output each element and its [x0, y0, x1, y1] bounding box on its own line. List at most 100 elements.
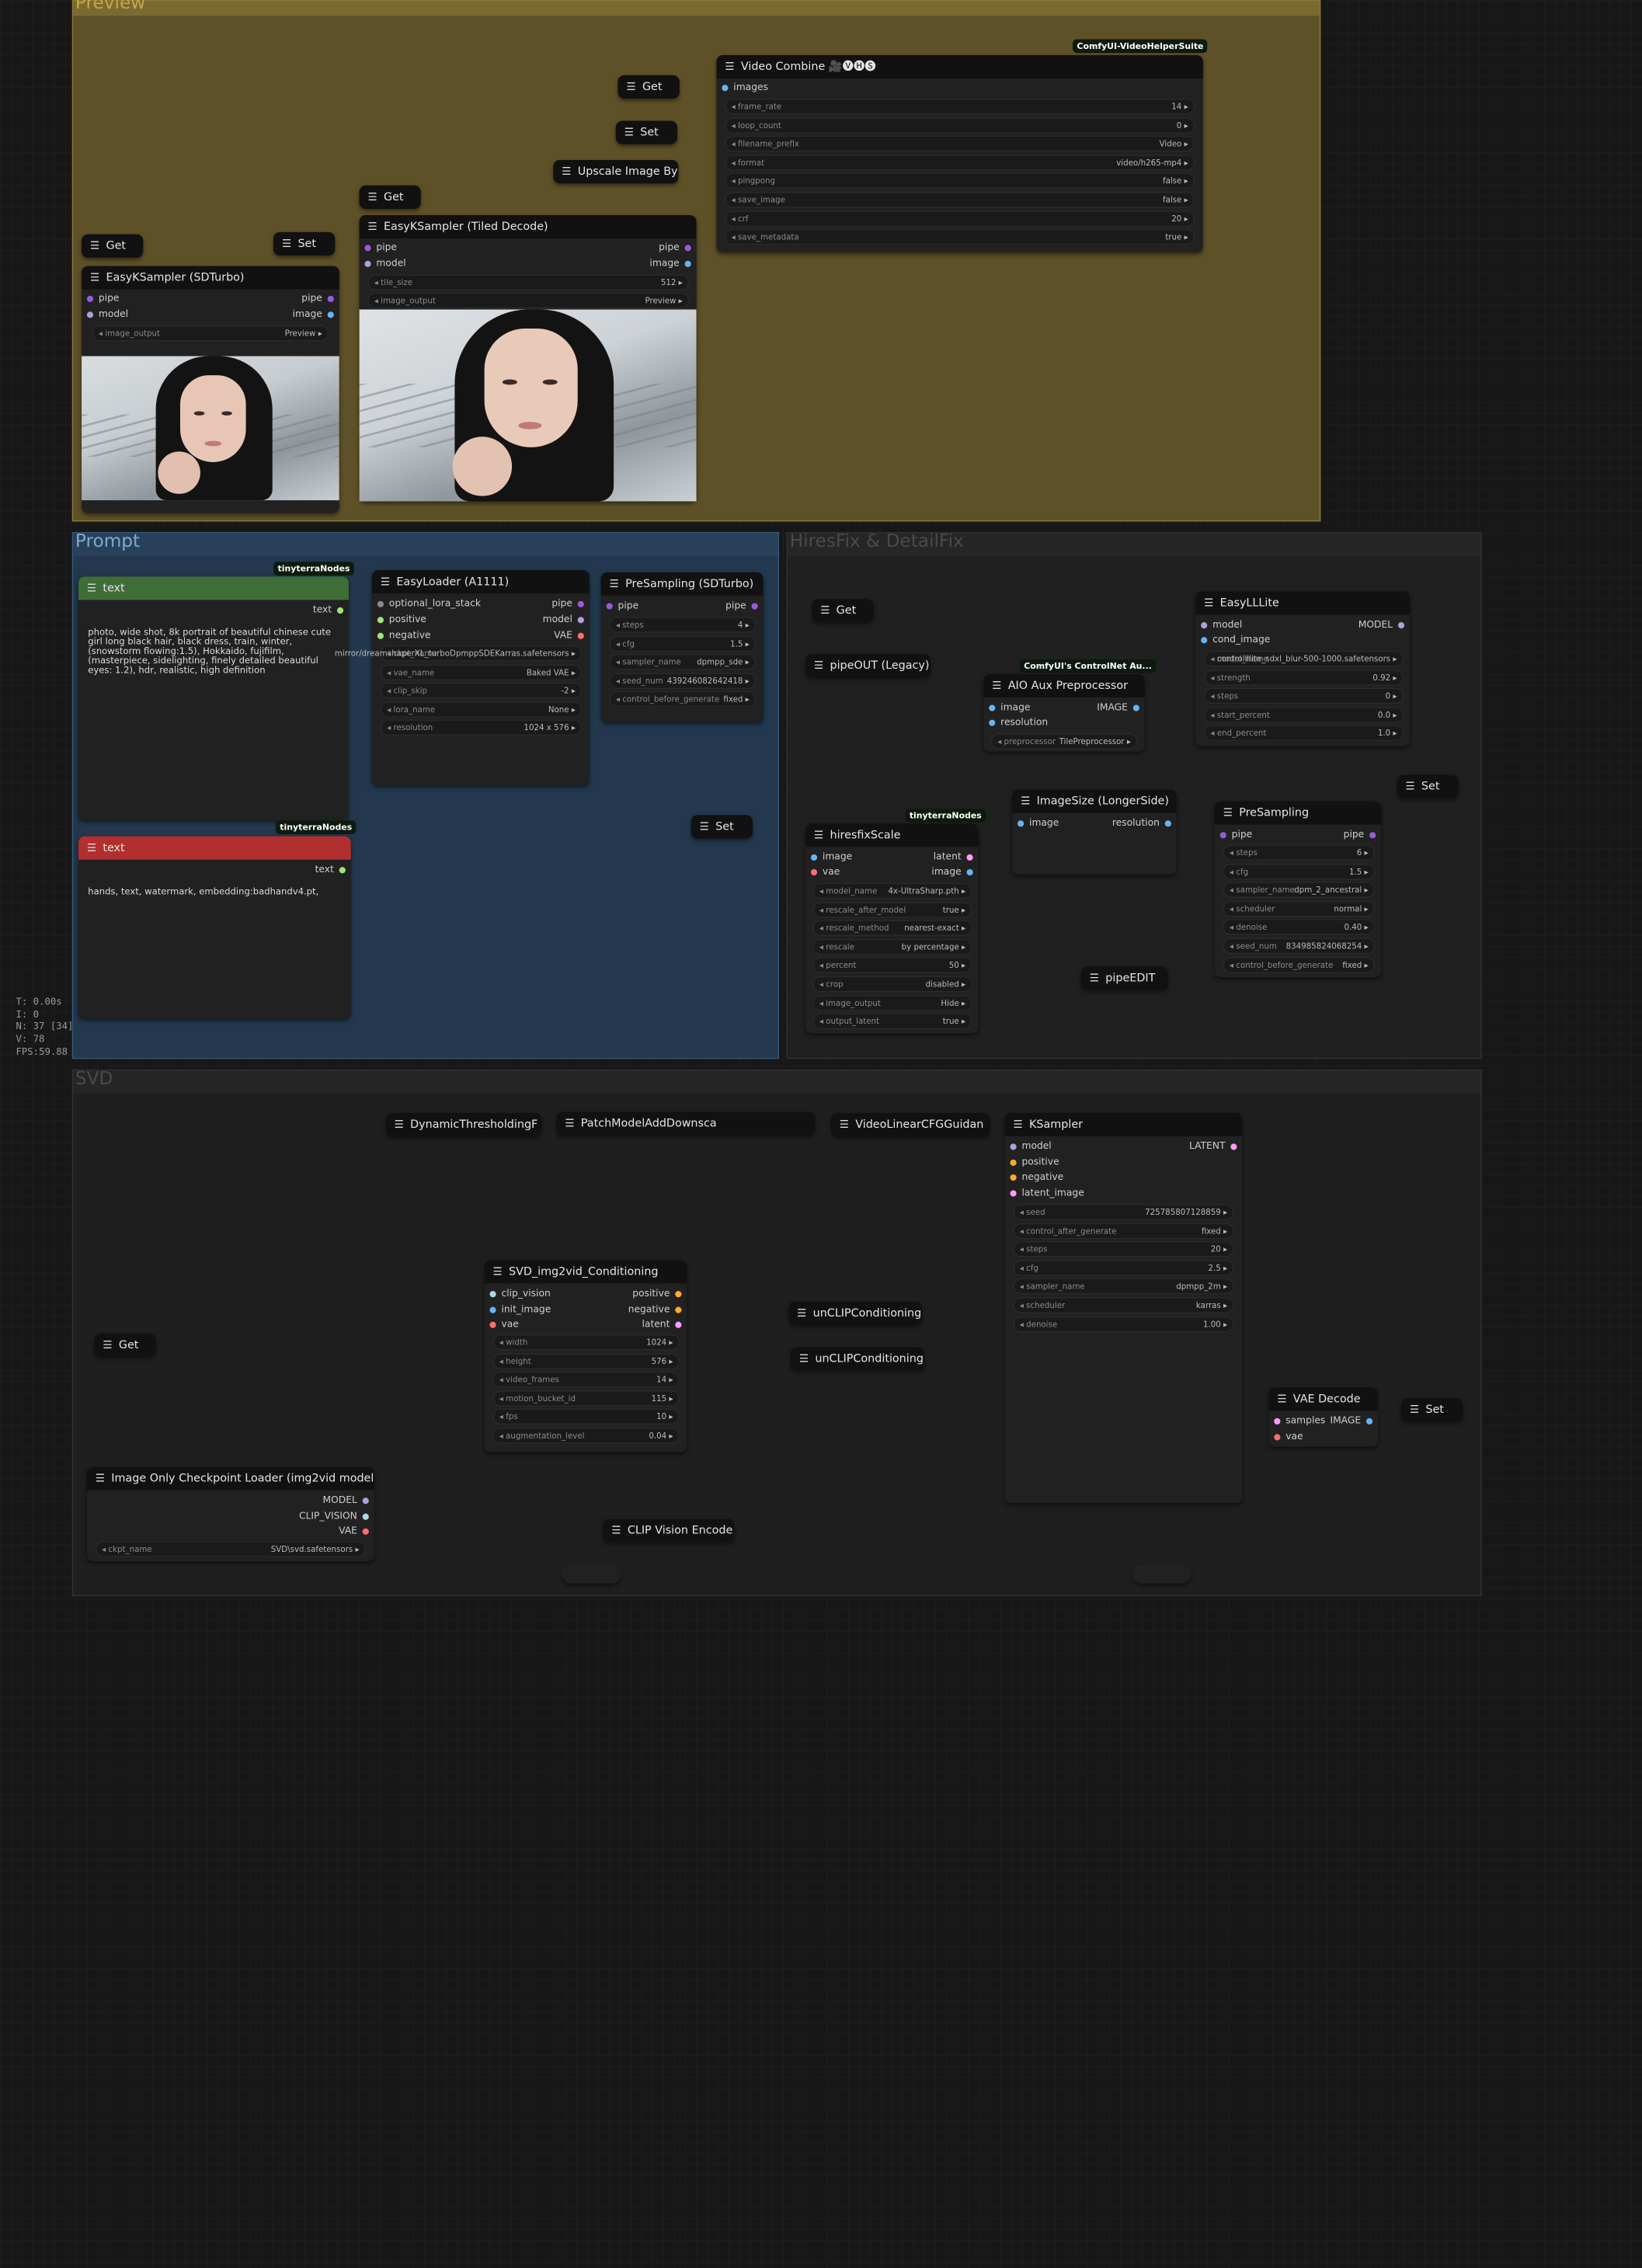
denoise-widget[interactable]: ◂ denoise 0.40 ▸	[1223, 919, 1375, 936]
easy-ksampler-tiled-decode-node[interactable]: ☰ EasyKSampler (Tiled Decode) pipe model …	[359, 215, 697, 502]
output-latent-widget[interactable]: ◂ output_latent true ▸	[812, 1013, 972, 1030]
model-name-widget[interactable]: ◂ model_name controllllite_sdxl_blur-500-…	[1204, 650, 1404, 667]
frame-rate-widget[interactable]: ◂ frame_rate 14 ▸	[725, 98, 1195, 115]
menu-icon[interactable]: ☰	[814, 825, 823, 847]
sampler-name-widget[interactable]: ◂ sampler_name dpmpp_2m ▸	[1013, 1278, 1234, 1295]
sampler-name-widget[interactable]: ◂ sampler_name dpm_2_ancestral ▸	[1223, 882, 1375, 899]
input-optional-lora-stack[interactable]: optional_lora_stack	[372, 599, 481, 610]
control-before-generate-widget[interactable]: ◂ control_before_generate fixed ▸	[609, 691, 756, 708]
crf-widget[interactable]: ◂ crf 20 ▸	[725, 210, 1195, 227]
menu-icon[interactable]: ☰	[840, 1114, 849, 1136]
input-image[interactable]: image	[983, 703, 1030, 713]
output-image[interactable]: IMAGE	[1097, 703, 1145, 713]
input-model[interactable]: model	[82, 309, 128, 320]
input-vae[interactable]: vae	[1268, 1432, 1303, 1442]
get-node[interactable]: ☰ Get	[359, 185, 421, 209]
motion-bucket-id-widget[interactable]: ◂ motion_bucket_id 115 ▸	[492, 1390, 680, 1407]
menu-icon[interactable]: ☰	[1405, 776, 1414, 798]
input-vae[interactable]: vae	[805, 867, 840, 878]
easy-ksampler-sdturbo-node[interactable]: ☰ EasyKSampler (SDTurbo) pipe model pipe …	[82, 266, 339, 513]
steps-widget[interactable]: ◂ steps 0 ▸	[1204, 687, 1404, 704]
output-latent[interactable]: latent	[642, 1320, 687, 1331]
menu-icon[interactable]: ☰	[395, 1114, 404, 1136]
output-pipe[interactable]: pipe	[301, 294, 339, 304]
text-positive-node[interactable]: ☰ text text photo, wide shot, 8k portrait…	[78, 576, 349, 821]
menu-icon[interactable]: ☰	[1277, 1389, 1286, 1411]
positive-prompt-textarea[interactable]: photo, wide shot, 8k portrait of beautif…	[88, 628, 343, 676]
menu-icon[interactable]: ☰	[368, 186, 377, 209]
output-pipe[interactable]: pipe	[1344, 830, 1381, 840]
unclip-conditioning-node[interactable]: ☰ unCLIPConditioning	[788, 1301, 923, 1325]
input-image[interactable]: image	[805, 852, 852, 863]
input-samples[interactable]: samples	[1268, 1416, 1325, 1427]
loop-count-widget[interactable]: ◂ loop_count 0 ▸	[725, 117, 1195, 134]
end-percent-widget[interactable]: ◂ end_percent 1.0 ▸	[1204, 725, 1404, 742]
vae-name-widget[interactable]: ◂ vae_name Baked VAE ▸	[380, 664, 583, 680]
scheduler-widget[interactable]: ◂ scheduler karras ▸	[1013, 1297, 1234, 1313]
preprocessor-widget[interactable]: ◂ preprocessor TilePreprocessor ▸	[990, 733, 1138, 750]
aio-aux-preprocessor-node[interactable]: ☰ AIO Aux Preprocessor image resolution I…	[983, 673, 1145, 752]
steps-widget[interactable]: ◂ steps 20 ▸	[1013, 1241, 1234, 1257]
input-negative[interactable]: negative	[1005, 1172, 1063, 1183]
video-frames-widget[interactable]: ◂ video_frames 14 ▸	[492, 1372, 680, 1388]
image-output-widget[interactable]: ◂ image_output Preview ▸	[92, 325, 329, 342]
reroute-node[interactable]	[1132, 1564, 1191, 1584]
set-node[interactable]: ☰ Set	[691, 815, 753, 839]
get-node[interactable]: ☰ Get	[82, 234, 144, 258]
format-widget[interactable]: ◂ format video/h265-mp4 ▸	[725, 154, 1195, 171]
input-resolution[interactable]: resolution	[983, 718, 1048, 728]
resolution-widget[interactable]: ◂ resolution 1024 x 576 ▸	[380, 720, 583, 736]
height-widget[interactable]: ◂ height 576 ▸	[492, 1353, 680, 1369]
image-output-widget[interactable]: ◂ image_output Preview ▸	[367, 292, 689, 309]
patch-model-add-downscale-node[interactable]: ☰ PatchModelAddDownsca	[556, 1111, 816, 1136]
menu-icon[interactable]: ☰	[820, 600, 830, 622]
cfg-widget[interactable]: ◂ cfg 2.5 ▸	[1013, 1260, 1234, 1276]
pipeout-legacy-node[interactable]: ☰ pipeOUT (Legacy)	[805, 653, 931, 677]
rescale-method-widget[interactable]: ◂ rescale_method nearest-exact ▸	[812, 920, 972, 937]
input-pipe[interactable]: pipe	[1215, 830, 1252, 840]
menu-icon[interactable]: ☰	[992, 675, 1001, 697]
menu-icon[interactable]: ☰	[381, 572, 390, 594]
input-cond-image[interactable]: cond_image	[1195, 635, 1270, 645]
output-pipe[interactable]: pipe	[725, 601, 763, 611]
menu-icon[interactable]: ☰	[1223, 802, 1233, 825]
pingpong-widget[interactable]: ◂ pingpong false ▸	[725, 172, 1195, 190]
lora-name-widget[interactable]: ◂ lora_name None ▸	[380, 701, 583, 718]
input-model[interactable]: model	[1005, 1142, 1052, 1152]
unclip-conditioning-node[interactable]: ☰ unCLIPConditioning	[790, 1347, 924, 1371]
menu-icon[interactable]: ☰	[797, 1303, 806, 1325]
reroute-node[interactable]	[562, 1564, 621, 1584]
set-node[interactable]: ☰ Set	[1397, 774, 1459, 798]
width-widget[interactable]: ◂ width 1024 ▸	[492, 1334, 680, 1351]
output-text[interactable]: text	[313, 605, 349, 616]
input-pipe[interactable]: pipe	[360, 242, 397, 253]
scheduler-widget[interactable]: ◂ scheduler normal ▸	[1223, 900, 1375, 917]
input-negative[interactable]: negative	[372, 631, 431, 642]
output-vae[interactable]: VAE	[554, 631, 590, 642]
fps-widget[interactable]: ◂ fps 10 ▸	[492, 1409, 680, 1425]
input-positive[interactable]: positive	[1005, 1157, 1059, 1168]
output-negative[interactable]: negative	[628, 1305, 687, 1315]
output-image[interactable]: IMAGE	[1330, 1416, 1378, 1427]
start-percent-widget[interactable]: ◂ start_percent 0.0 ▸	[1204, 706, 1404, 723]
output-pipe[interactable]: pipe	[551, 599, 589, 610]
output-pipe[interactable]: pipe	[659, 242, 696, 253]
menu-icon[interactable]: ☰	[282, 233, 291, 256]
easy-lllite-node[interactable]: ☰ EasyLLLite model cond_image MODEL ◂ mod…	[1195, 591, 1410, 746]
menu-icon[interactable]: ☰	[624, 122, 634, 144]
input-clip-vision[interactable]: clip_vision	[485, 1289, 551, 1299]
menu-icon[interactable]: ☰	[626, 76, 635, 99]
menu-icon[interactable]: ☰	[700, 816, 709, 839]
rescale-widget[interactable]: ◂ rescale by percentage ▸	[812, 938, 972, 955]
input-image[interactable]: image	[1012, 818, 1059, 829]
cfg-widget[interactable]: ◂ cfg 1.5 ▸	[609, 635, 756, 652]
output-latent[interactable]: latent	[934, 852, 979, 863]
vae-decode-node[interactable]: ☰ VAE Decode samples vae IMAGE	[1268, 1387, 1378, 1447]
menu-icon[interactable]: ☰	[610, 573, 619, 596]
menu-icon[interactable]: ☰	[1204, 593, 1213, 615]
menu-icon[interactable]: ☰	[96, 1468, 105, 1491]
input-images[interactable]: images	[716, 82, 768, 93]
svd-img2vid-conditioning-node[interactable]: ☰ SVD_img2vid_Conditioning clip_vision in…	[484, 1260, 687, 1452]
menu-icon[interactable]: ☰	[1090, 968, 1099, 990]
seed-num-widget[interactable]: ◂ seed_num 834985824068254 ▸	[1223, 937, 1375, 955]
